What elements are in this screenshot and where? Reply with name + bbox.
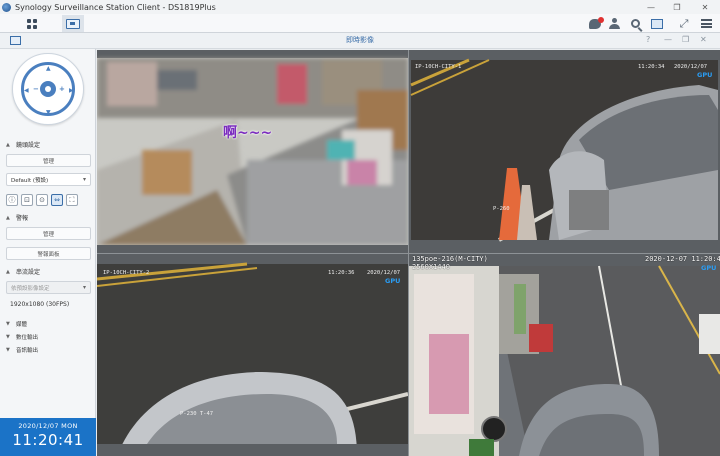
user-button[interactable]	[605, 15, 623, 32]
widget-icon	[651, 18, 663, 29]
camera-view-1[interactable]: 啊~~~	[97, 50, 408, 253]
stream-resolution: 1920x1080 (30FPS)	[10, 301, 70, 308]
alarm-section[interactable]: ▲ 警報	[6, 213, 28, 223]
camera-4-time: 2020-12-07 11:20:41	[645, 255, 720, 263]
chevron-down-icon: ▾	[82, 176, 86, 183]
camera-2-label: IP-10CH-CITY-1	[415, 64, 462, 70]
ptz-right-icon[interactable]: ▶	[69, 87, 74, 94]
live-view-panel-header: 即時影像 ? — ❐ ✕	[0, 33, 720, 49]
ptz-settings-section[interactable]: ▲ 鏡頭設定	[6, 140, 40, 150]
help-button[interactable]: ?	[646, 35, 650, 44]
stream-select[interactable]: 依預設影像設定 ▾	[6, 281, 91, 294]
chevron-up-icon: ▲	[6, 141, 10, 148]
camera-4-label: 135poe-216(M-CITY)	[412, 255, 488, 263]
camera-1-scene	[97, 58, 408, 253]
digital-output-section[interactable]: ▼ 數位輸出	[6, 333, 38, 341]
ptz-home-button[interactable]	[40, 81, 56, 97]
notification-icon	[589, 16, 604, 29]
surveillance-app: Synology Surveillance Station Client - D…	[0, 0, 720, 456]
search-icon	[630, 19, 640, 28]
camera-view-2[interactable]: IP-10CH-CITY-1 11:20:34 2020/12/07 GPU P…	[409, 50, 720, 253]
clock-time: 11:20:41	[12, 431, 84, 449]
ptz-left-icon[interactable]: ◀	[24, 87, 29, 94]
patrol-icon[interactable]: ⇔	[51, 194, 63, 206]
camera-2-date: 2020/12/07	[674, 64, 708, 70]
alarm-panel-button[interactable]: 警報面板	[6, 247, 91, 260]
chevron-up-icon: ▲	[6, 214, 10, 221]
panel-restore-button[interactable]: ❐	[682, 35, 689, 44]
maximize-button[interactable]: ❐	[666, 0, 688, 14]
ptz-control-pad[interactable]: ▲ ▼ ◀ ▶ − +	[12, 53, 84, 125]
camera-2-time: 11:20:34	[638, 64, 665, 70]
media-section[interactable]: ▼ 媒體	[6, 320, 27, 328]
main-toolbar: ⤢	[0, 14, 720, 33]
camera-grid: 啊~~~ IP-10CH-CITY-1 11:20:34 2020/12/07 …	[97, 50, 720, 456]
camera-2-scene	[409, 50, 720, 253]
camera-2-plate: P-260	[493, 206, 510, 212]
search-button[interactable]	[626, 15, 644, 32]
camera-3-plate: P-230 T-47	[180, 411, 214, 417]
camera-2-gpu-badge: GPU	[697, 71, 713, 79]
camera-4-gpu-badge: GPU	[701, 264, 717, 272]
camera-1-caption: 啊~~~	[223, 125, 273, 141]
preset-select[interactable]: Default (預設) ▾	[6, 173, 91, 186]
main-menu-button[interactable]	[22, 15, 42, 32]
minimize-button[interactable]: —	[640, 0, 662, 14]
info-icon[interactable]: ⓘ	[6, 194, 18, 206]
fit-screen-icon[interactable]: ⛶	[66, 194, 78, 206]
ptz-manage-button[interactable]: 管理	[6, 154, 91, 167]
camera-view-3[interactable]: IP-10CH-CITY-2 11:20:36 2020/12/07 GPU P…	[97, 254, 408, 456]
date-time-clock: 2020/12/07 MON 11:20:41	[0, 418, 96, 456]
panel-minimize-button[interactable]: —	[664, 35, 672, 44]
snapshot-icon[interactable]: ⊡	[21, 194, 33, 206]
app-grid-icon	[27, 18, 37, 29]
camera-3-scene	[97, 254, 408, 456]
ptz-zoom-in-icon[interactable]: +	[59, 85, 65, 93]
window-title: Synology Surveillance Station Client - D…	[15, 2, 216, 12]
panel-title: 即時影像	[346, 36, 374, 44]
camera-4-resolution: 2560X1440	[412, 263, 450, 271]
live-view-tab[interactable]	[62, 15, 84, 32]
title-bar: Synology Surveillance Station Client - D…	[0, 0, 720, 14]
chevron-down-icon: ▼	[6, 321, 10, 327]
chevron-up-icon: ▲	[6, 268, 10, 275]
app-logo-icon	[2, 2, 11, 12]
chevron-down-icon: ▼	[6, 334, 10, 340]
camera-3-gpu-badge: GPU	[385, 277, 401, 285]
ptz-zoom-out-icon[interactable]: −	[33, 85, 39, 93]
notification-button[interactable]	[586, 15, 604, 32]
camera-3-label: IP-10CH-CITY-2	[103, 270, 150, 276]
alarm-manage-button[interactable]: 管理	[6, 227, 91, 240]
panel-close-button[interactable]: ✕	[700, 35, 707, 44]
ptz-down-icon[interactable]: ▼	[46, 109, 51, 116]
menu-button[interactable]	[697, 15, 715, 32]
chevron-down-icon: ▼	[6, 347, 10, 353]
camera-view-4[interactable]: 135poe-216(M-CITY) 2560X1440 2020-12-07 …	[409, 254, 720, 456]
hamburger-menu-icon	[700, 19, 712, 28]
clock-date: 2020/12/07 MON	[18, 422, 78, 430]
location-icon[interactable]: ⊙	[36, 194, 48, 206]
control-sidebar: ▲ ▼ ◀ ▶ − + ▲ 鏡頭設定 管理 Default (預設) ▾ ⓘ ⊡…	[0, 49, 96, 456]
camera-4-scene	[409, 254, 720, 456]
close-window-button[interactable]: ✕	[694, 0, 716, 14]
user-icon	[608, 18, 620, 29]
audio-output-section[interactable]: ▼ 音訊輸出	[6, 346, 38, 354]
stream-settings-section[interactable]: ▲ 串流設定	[6, 267, 40, 277]
live-view-icon	[66, 18, 80, 29]
camera-3-time: 11:20:36	[328, 270, 355, 276]
ptz-tool-row: ⓘ ⊡ ⊙ ⇔ ⛶	[6, 194, 78, 206]
fullscreen-button[interactable]: ⤢	[675, 15, 693, 32]
ptz-up-icon[interactable]: ▲	[46, 65, 51, 72]
chevron-down-icon: ▾	[82, 284, 86, 291]
fullscreen-icon: ⤢	[679, 17, 689, 30]
camera-3-date: 2020/12/07	[367, 270, 401, 276]
widget-button[interactable]	[648, 15, 666, 32]
